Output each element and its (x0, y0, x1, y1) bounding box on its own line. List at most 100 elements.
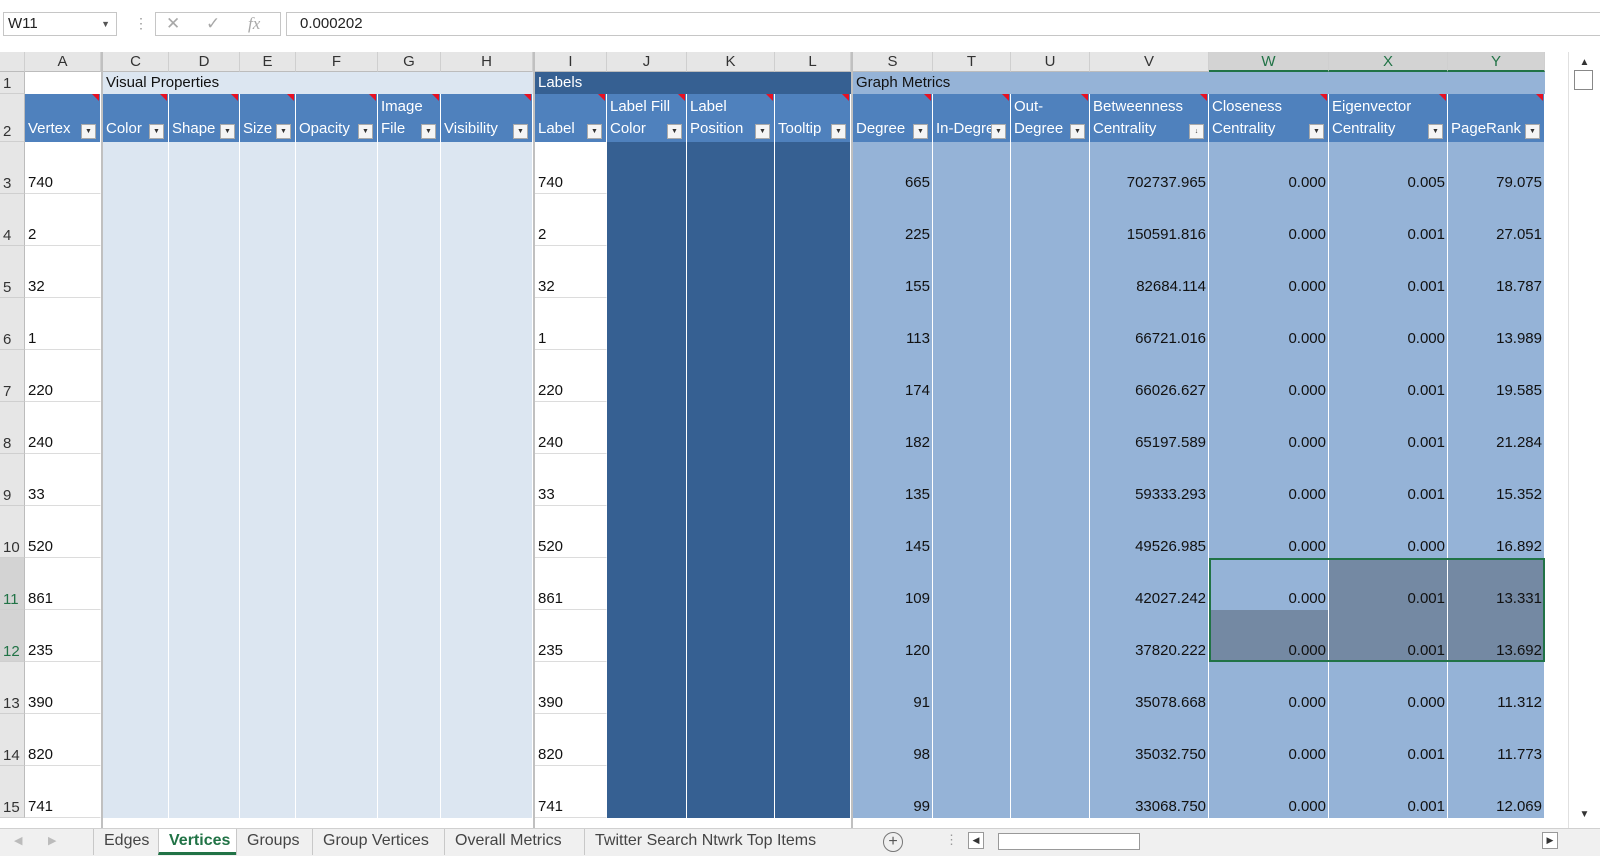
select-all-corner[interactable] (0, 52, 25, 72)
cell-t7[interactable] (933, 350, 1011, 402)
cell-w3[interactable]: 0.000 (1209, 142, 1329, 194)
column-title-w[interactable]: Closeness Centrality ▼ (1209, 94, 1329, 142)
column-header-a[interactable]: A (25, 52, 101, 72)
cancel-icon[interactable]: ✕ (166, 14, 180, 34)
cell-a6[interactable]: 1 (25, 298, 101, 350)
row-header-1[interactable]: 1 (0, 72, 25, 94)
cell-l9[interactable] (775, 454, 851, 506)
cell-f8[interactable] (296, 402, 378, 454)
cell-e11[interactable] (240, 558, 296, 610)
row-header-15[interactable]: 15 (0, 766, 25, 818)
cell-y9[interactable]: 15.352 (1448, 454, 1545, 506)
cell-g7[interactable] (378, 350, 441, 402)
cell-u10[interactable] (1011, 506, 1090, 558)
cell-w7[interactable]: 0.000 (1209, 350, 1329, 402)
column-header-t[interactable]: T (933, 52, 1011, 72)
cell-h6[interactable] (441, 298, 533, 350)
cell-u13[interactable] (1011, 662, 1090, 714)
cell-g8[interactable] (378, 402, 441, 454)
cell-f13[interactable] (296, 662, 378, 714)
cell-a13[interactable]: 390 (25, 662, 101, 714)
cell-a14[interactable]: 820 (25, 714, 101, 766)
row-header-8[interactable]: 8 (0, 402, 25, 454)
cell-a10[interactable]: 520 (25, 506, 101, 558)
cell-e6[interactable] (240, 298, 296, 350)
cell-i6[interactable]: 1 (535, 298, 607, 350)
row-header-4[interactable]: 4 (0, 194, 25, 246)
cell-j13[interactable] (607, 662, 687, 714)
cell-j7[interactable] (607, 350, 687, 402)
cell-v5[interactable]: 82684.114 (1090, 246, 1209, 298)
cell-l10[interactable] (775, 506, 851, 558)
cell-d15[interactable] (169, 766, 240, 818)
cell-j12[interactable] (607, 610, 687, 662)
cell-x3[interactable]: 0.005 (1329, 142, 1448, 194)
cell-i12[interactable]: 235 (535, 610, 607, 662)
cell-f4[interactable] (296, 194, 378, 246)
cell-v8[interactable]: 65197.589 (1090, 402, 1209, 454)
cell-c9[interactable] (103, 454, 169, 506)
cell-j14[interactable] (607, 714, 687, 766)
worksheet-grid[interactable]: A C D E F G H I J K L S T U V W X Y Visual Properties Label… (0, 52, 1568, 828)
column-header-s[interactable]: S (853, 52, 933, 72)
cell-t9[interactable] (933, 454, 1011, 506)
cell-l11[interactable] (775, 558, 851, 610)
cell-y7[interactable]: 19.585 (1448, 350, 1545, 402)
cell-v6[interactable]: 66721.016 (1090, 298, 1209, 350)
cell-w14[interactable]: 0.000 (1209, 714, 1329, 766)
cell-t8[interactable] (933, 402, 1011, 454)
cell-j4[interactable] (607, 194, 687, 246)
cell-e5[interactable] (240, 246, 296, 298)
cell-s14[interactable]: 98 (853, 714, 933, 766)
cell-e4[interactable] (240, 194, 296, 246)
column-title-d[interactable]: Shape ▼ (169, 94, 240, 142)
cell-t14[interactable] (933, 714, 1011, 766)
insert-function-icon[interactable]: fx (248, 14, 260, 34)
cell-v13[interactable]: 35078.668 (1090, 662, 1209, 714)
cell-l14[interactable] (775, 714, 851, 766)
cell-y11[interactable]: 13.331 (1448, 558, 1545, 610)
cell-v10[interactable]: 49526.985 (1090, 506, 1209, 558)
cell-d12[interactable] (169, 610, 240, 662)
cell-y13[interactable]: 11.312 (1448, 662, 1545, 714)
filter-dropdown-icon[interactable]: ▼ (913, 124, 928, 139)
cell-a15[interactable]: 741 (25, 766, 101, 818)
cell-k14[interactable] (687, 714, 775, 766)
row-header-14[interactable]: 14 (0, 714, 25, 766)
cell-e7[interactable] (240, 350, 296, 402)
row-header-5[interactable]: 5 (0, 246, 25, 298)
row-header-10[interactable]: 10 (0, 506, 25, 558)
cell-k13[interactable] (687, 662, 775, 714)
cell-i4[interactable]: 2 (535, 194, 607, 246)
cell-i14[interactable]: 820 (535, 714, 607, 766)
cell-w9[interactable]: 0.000 (1209, 454, 1329, 506)
scroll-down-icon[interactable]: ▼ (1576, 806, 1593, 823)
filter-dropdown-icon[interactable]: ▼ (358, 124, 373, 139)
cell-h15[interactable] (441, 766, 533, 818)
cell-e12[interactable] (240, 610, 296, 662)
cell-x6[interactable]: 0.000 (1329, 298, 1448, 350)
cell-d5[interactable] (169, 246, 240, 298)
cell-g13[interactable] (378, 662, 441, 714)
cell-v4[interactable]: 150591.816 (1090, 194, 1209, 246)
column-title-x[interactable]: Eigenvector Centrality ▼ (1329, 94, 1448, 142)
cell-l8[interactable] (775, 402, 851, 454)
cell-k10[interactable] (687, 506, 775, 558)
cell-j3[interactable] (607, 142, 687, 194)
cell-c14[interactable] (103, 714, 169, 766)
filter-dropdown-icon[interactable]: ▼ (831, 124, 846, 139)
filter-dropdown-icon[interactable]: ▼ (991, 124, 1006, 139)
filter-dropdown-icon[interactable]: ▼ (667, 124, 682, 139)
chevron-down-icon[interactable]: ▼ (101, 13, 110, 35)
cell-e10[interactable] (240, 506, 296, 558)
cell-d7[interactable] (169, 350, 240, 402)
filter-dropdown-icon[interactable]: ▼ (1309, 124, 1324, 139)
cell-v7[interactable]: 66026.627 (1090, 350, 1209, 402)
cell-a8[interactable]: 240 (25, 402, 101, 454)
cell-v3[interactable]: 702737.965 (1090, 142, 1209, 194)
cell-k4[interactable] (687, 194, 775, 246)
column-title-g[interactable]: Image File ▼ (378, 94, 441, 142)
cell-k15[interactable] (687, 766, 775, 818)
cell-k6[interactable] (687, 298, 775, 350)
cell-j6[interactable] (607, 298, 687, 350)
